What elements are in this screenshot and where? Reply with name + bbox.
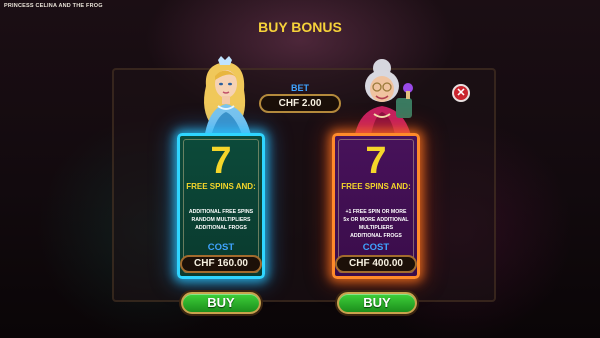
game-stage: PRINCESS CELINA AND THE FROG BUY BONUS B… [0, 0, 600, 338]
cost-value: CHF 160.00 [180, 255, 262, 273]
feature-item: ADDITIONAL FREE SPINS [188, 209, 254, 215]
bet-value: CHF 2.00 [259, 94, 341, 113]
feature-item: MULTIPLIERS [358, 225, 394, 231]
feature-item: RANDOM MULTIPLIERS [191, 217, 251, 223]
offer-card-princess: 7 FREE SPINS AND: ADDITIONAL FREE SPINS … [177, 133, 265, 279]
free-spins-count: 7 [210, 140, 232, 182]
free-spins-count: 7 [365, 140, 387, 182]
close-button[interactable]: ✕ [452, 84, 470, 102]
grandmother-character [348, 58, 428, 140]
princess-character [190, 56, 260, 140]
feature-item: 5x OR MORE ADDITIONAL [343, 217, 409, 223]
feature-item: ADDITIONAL FROGS [195, 225, 247, 231]
free-spins-label: FREE SPINS AND: [186, 182, 256, 191]
cost-value: CHF 400.00 [335, 255, 417, 273]
feature-item: ADDITIONAL FROGS [350, 233, 402, 239]
buy-button-grandmother[interactable]: BUY [337, 292, 417, 314]
feature-list: +1 FREE SPIN OR MORE 5x OR MORE ADDITION… [339, 208, 413, 240]
feature-list: ADDITIONAL FREE SPINS RANDOM MULTIPLIERS… [184, 208, 258, 232]
feature-item: +1 FREE SPIN OR MORE [345, 209, 407, 215]
free-spins-label: FREE SPINS AND: [341, 182, 411, 191]
buy-button-princess[interactable]: BUY [181, 292, 261, 314]
cost-label: COST [362, 242, 390, 253]
game-title: PRINCESS CELINA AND THE FROG [4, 3, 103, 9]
cost-label: COST [207, 242, 235, 253]
popup-title: BUY BONUS [258, 19, 342, 35]
bet-label: BET [291, 83, 309, 93]
offer-card-grandmother: 7 FREE SPINS AND: +1 FREE SPIN OR MORE 5… [332, 133, 420, 279]
close-icon: ✕ [456, 87, 466, 99]
